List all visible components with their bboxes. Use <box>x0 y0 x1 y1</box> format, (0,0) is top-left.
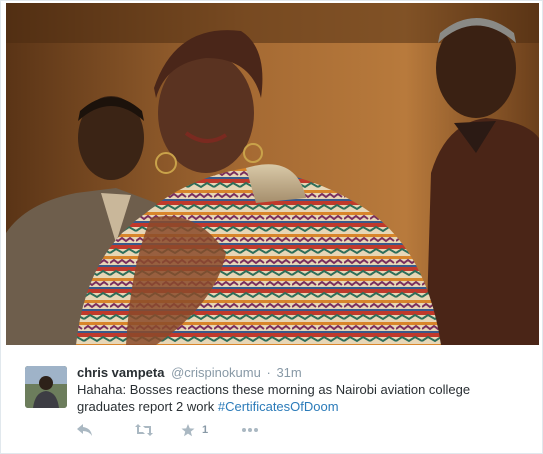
star-icon <box>181 423 195 436</box>
tweet-header: chris vampeta @crispinokumu · 31m <box>77 365 302 380</box>
reply-icon <box>77 424 92 436</box>
avatar[interactable] <box>25 366 67 408</box>
tweet-actions: 1 <box>77 421 259 439</box>
tweet-photo[interactable] <box>6 3 539 345</box>
avatar-image <box>25 366 67 408</box>
tweet-card: chris vampeta @crispinokumu · 31m Hahaha… <box>0 0 543 454</box>
favorite-button[interactable]: 1 <box>181 423 241 437</box>
tweet: chris vampeta @crispinokumu · 31m Hahaha… <box>1 345 542 453</box>
reply-button[interactable] <box>77 424 135 436</box>
tweet-text: Hahaha: Bosses reactions these morning a… <box>77 381 517 415</box>
photo-illustration <box>6 3 539 345</box>
retweet-icon <box>135 424 153 436</box>
user-handle[interactable]: @crispinokumu <box>171 365 261 380</box>
display-name[interactable]: chris vampeta <box>77 365 164 380</box>
separator-dot: · <box>266 365 271 380</box>
more-button[interactable] <box>241 427 259 433</box>
retweet-button[interactable] <box>135 424 181 436</box>
favorite-count: 1 <box>202 424 209 436</box>
timestamp[interactable]: 31m <box>276 365 301 380</box>
more-icon <box>242 428 258 432</box>
hashtag-link[interactable]: #CertificatesOfDoom <box>218 399 339 414</box>
